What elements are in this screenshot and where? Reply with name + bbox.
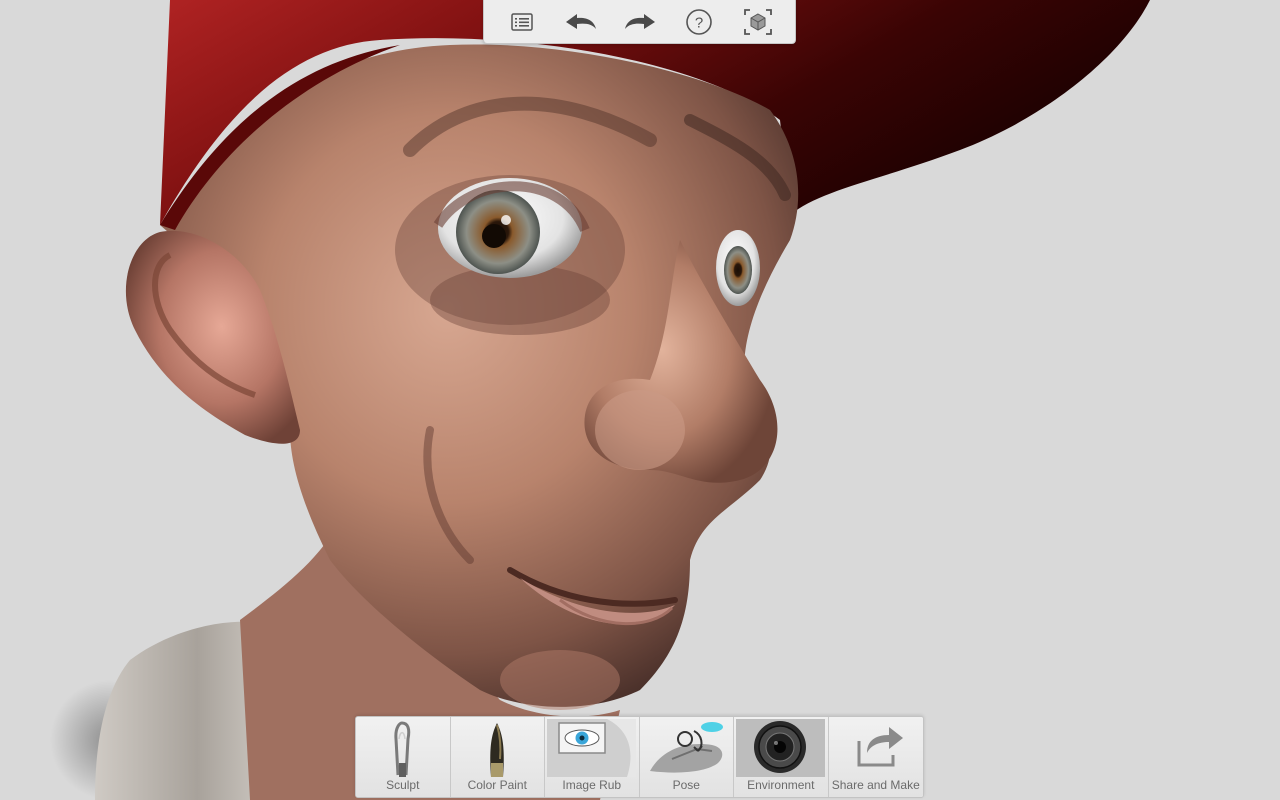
sculpt-viewport[interactable] [0,0,1280,800]
tool-sculpt-label: Sculpt [386,778,420,792]
tool-color-paint-label: Color Paint [467,778,527,792]
tool-image-rub[interactable]: Image Rub [545,717,640,797]
tool-tray: Sculpt Color Paint Image Rub Pose Enviro… [355,716,924,798]
menu-button[interactable] [500,2,544,42]
right-eye [716,230,760,306]
frame-model-button[interactable] [736,2,780,42]
tool-pose-label: Pose [672,778,700,792]
tool-color-paint[interactable]: Color Paint [450,717,545,797]
redo-button[interactable] [618,2,662,42]
paint-brush-tip-icon [489,723,504,777]
redo-arrow-icon [624,13,655,29]
sculpt-loop-tool-icon [394,721,411,777]
sculpted-head-model[interactable] [0,0,1280,800]
tool-sculpt[interactable]: Sculpt [356,717,451,797]
pose-hand-icon [649,722,723,773]
eye-image-icon [547,719,636,777]
help-question-icon: ? [685,8,712,35]
share-arrow-icon [857,727,903,767]
tool-share-and-make[interactable]: Share and Make [828,717,923,797]
camera-lens-icon [736,719,825,777]
tool-environment-label: Environment [747,778,815,792]
undo-arrow-icon [565,13,596,29]
app-root: ? Sculpt Color Paint Image Rub Pose Envi… [0,0,1280,800]
list-icon [510,12,533,31]
tool-image-rub-label: Image Rub [562,778,622,792]
tool-environment[interactable]: Environment [734,717,829,797]
svg-text:?: ? [694,14,702,31]
help-button[interactable]: ? [677,2,721,42]
undo-button[interactable] [559,2,603,42]
tool-pose[interactable]: Pose [639,717,734,797]
tool-share-and-make-label: Share and Make [831,778,920,792]
frame-cube-icon [743,8,772,35]
top-toolbar: ? [483,0,796,44]
